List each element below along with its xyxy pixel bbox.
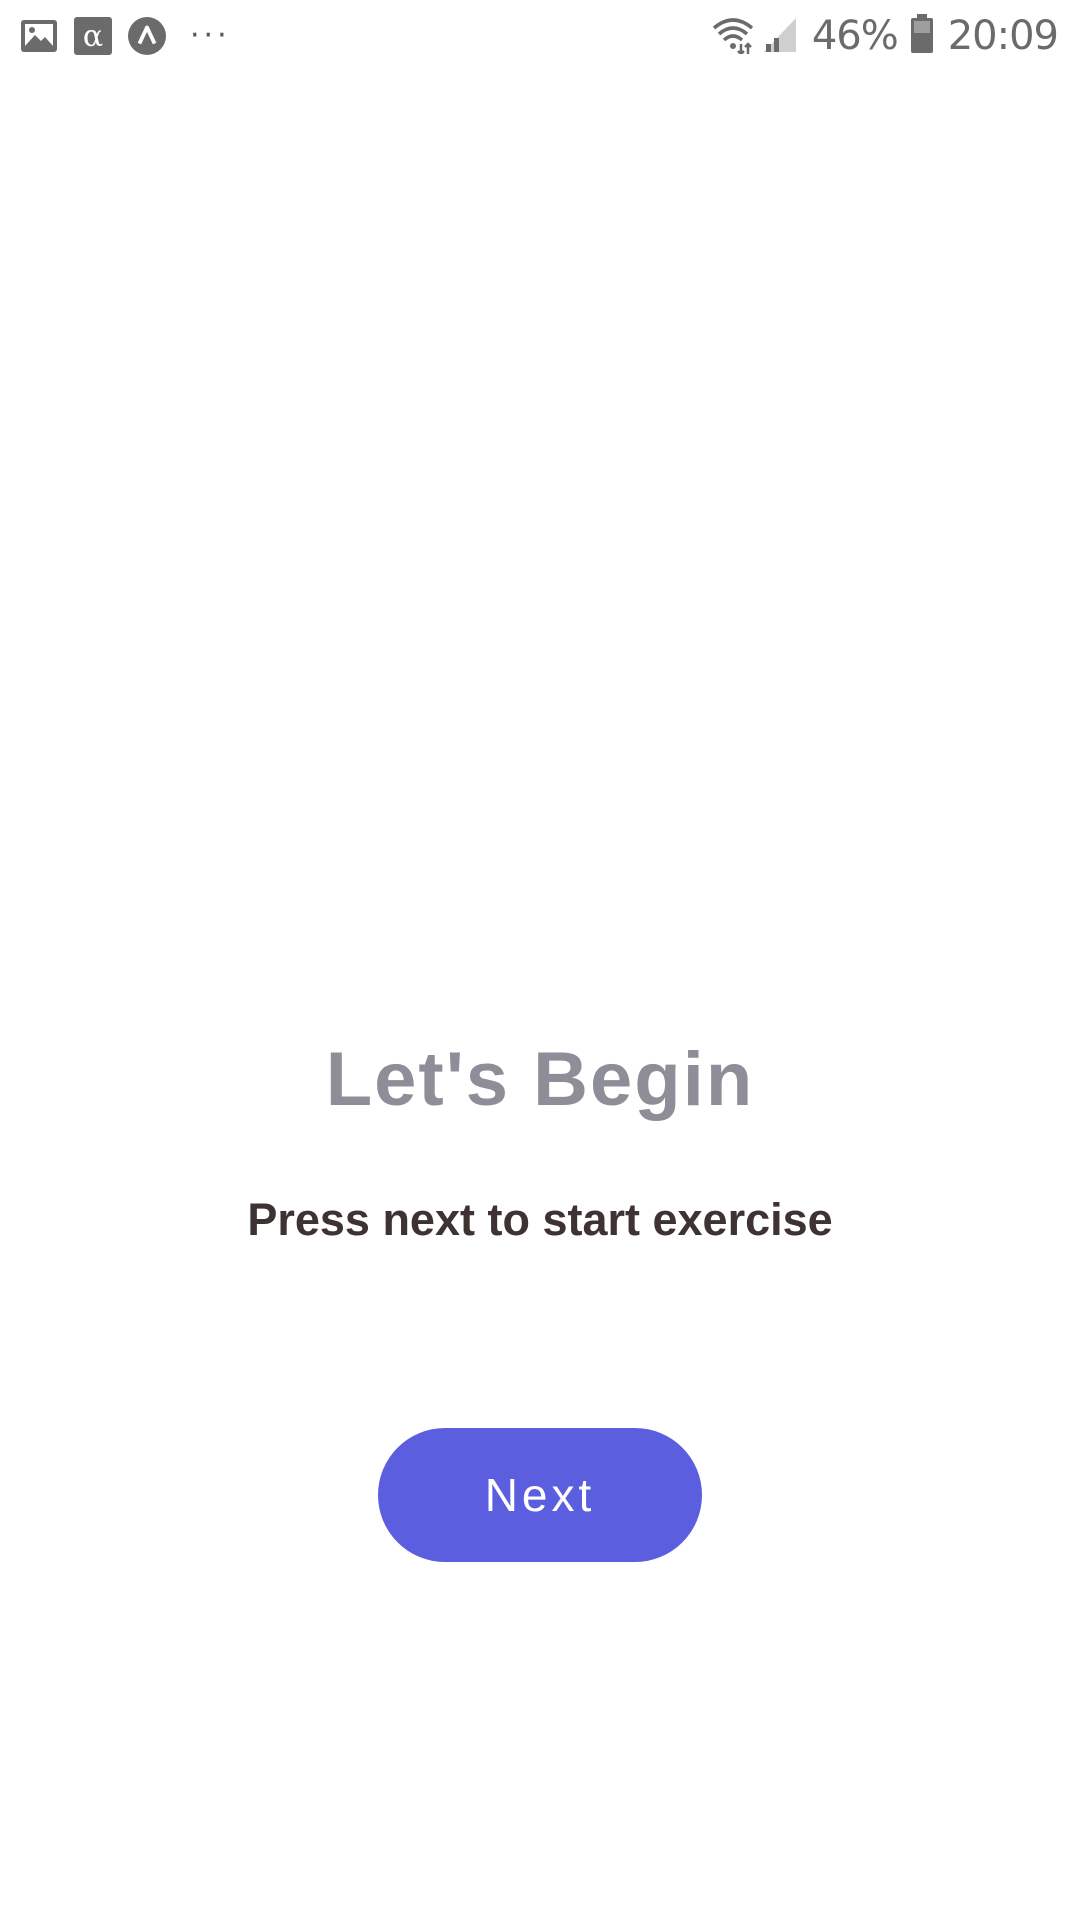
gallery-icon <box>20 17 58 55</box>
caret-icon <box>128 17 166 55</box>
status-right: 46% 20:09 <box>710 10 1059 62</box>
overflow-dots-icon: ··· <box>190 18 231 53</box>
wifi-icon <box>710 14 756 59</box>
battery-icon <box>910 13 934 59</box>
instruction-text: Press next to start exercise <box>247 1194 833 1245</box>
alpha-icon: α <box>74 17 112 55</box>
next-button[interactable]: Next <box>378 1428 702 1562</box>
status-left-icons: α ··· <box>20 14 231 58</box>
signal-icon <box>762 14 798 59</box>
battery-percent: 46% <box>811 13 899 59</box>
svg-text:α: α <box>83 19 103 54</box>
status-bar: α ··· 46% 20:09 <box>0 0 1080 72</box>
page-title: Let's Begin <box>325 1037 755 1122</box>
clock: 20:09 <box>947 13 1059 59</box>
